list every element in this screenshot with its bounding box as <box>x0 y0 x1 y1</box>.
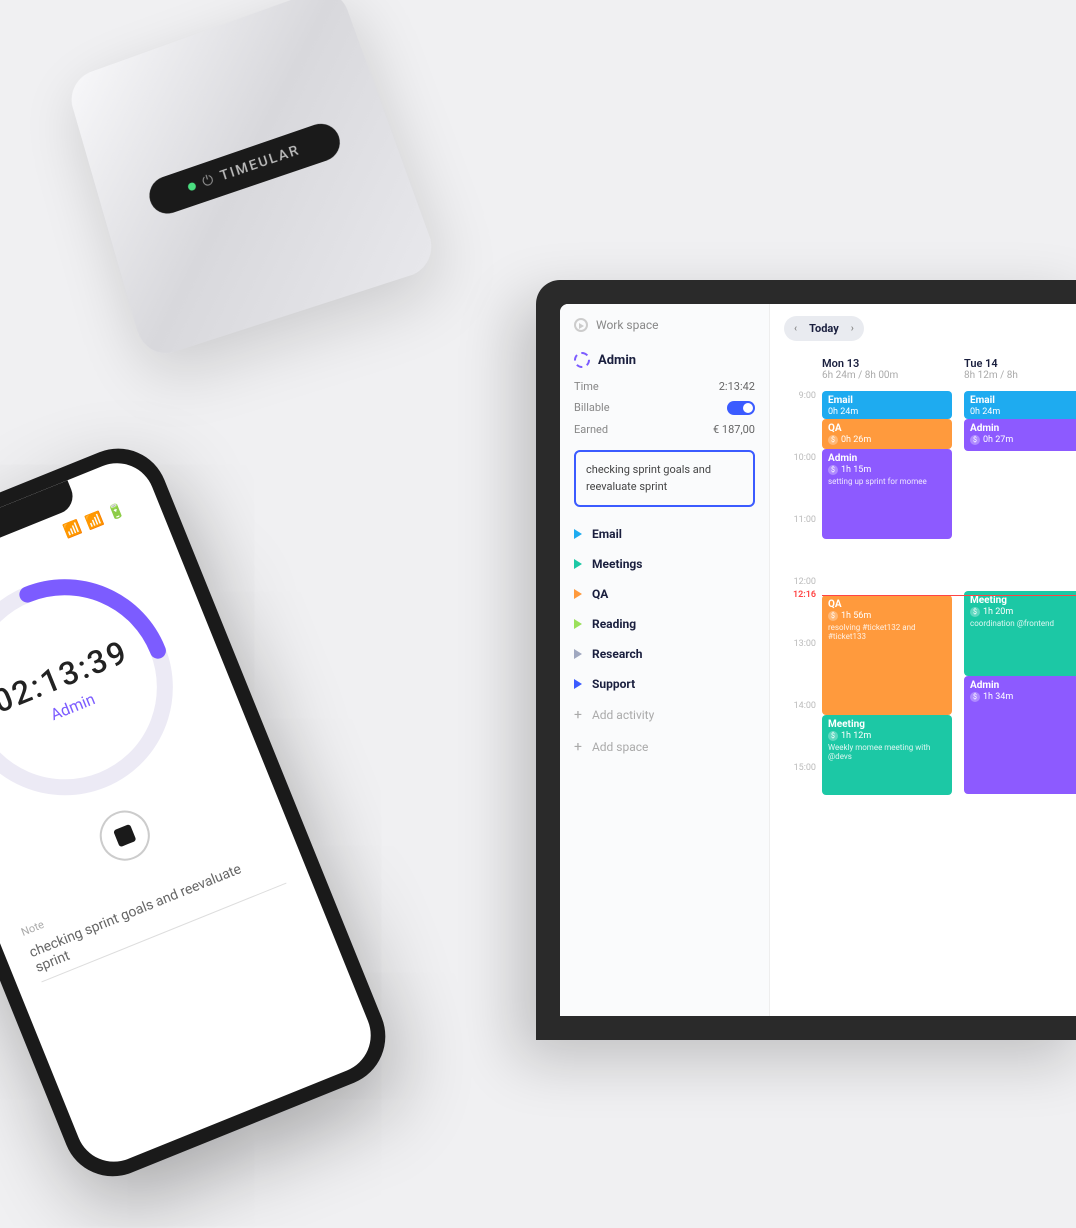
activity-research[interactable]: Research <box>560 639 769 669</box>
wifi-icon: 📶 <box>84 510 106 531</box>
hour-label: 10:00 <box>784 453 816 515</box>
stop-button[interactable] <box>92 803 157 868</box>
play-icon <box>574 679 582 689</box>
plus-icon: + <box>574 707 582 723</box>
hour-label: 11:00 <box>784 515 816 577</box>
chevron-right-icon[interactable]: › <box>851 323 854 334</box>
calendar-event[interactable]: Admin$1h 34m <box>964 676 1076 794</box>
phone-mockup: 15:37 📶 📶 🔋 02:13:39 Admin <box>0 404 490 1228</box>
earned-value: € 187,00 <box>713 423 755 436</box>
tracker-device: ⏻ TIMEULAR <box>54 0 495 406</box>
activity-email[interactable]: Email <box>560 519 769 549</box>
activity-meetings[interactable]: Meetings <box>560 549 769 579</box>
billable-icon: $ <box>970 607 980 617</box>
time-value: 2:13:42 <box>719 380 755 393</box>
calendar-event[interactable]: Meeting$1h 12mWeekly momee meeting with … <box>822 715 952 795</box>
signal-icon: 📶 <box>62 519 84 540</box>
power-icon: ⏻ <box>200 172 215 191</box>
active-activity[interactable]: Admin <box>560 344 769 376</box>
hour-label: 12:00 <box>784 577 816 639</box>
status-icons: 📶 📶 🔋 <box>62 502 128 541</box>
today-selector[interactable]: ‹ Today › <box>784 316 864 341</box>
billable-icon: $ <box>970 435 980 445</box>
laptop-mockup: Work space Admin Time 2:13:42 Billable E… <box>536 280 1076 1080</box>
activity-reading[interactable]: Reading <box>560 609 769 639</box>
plus-icon: + <box>574 739 582 755</box>
stop-icon <box>113 824 136 847</box>
activity-qa[interactable]: QA <box>560 579 769 609</box>
time-label: Time <box>574 380 599 393</box>
battery-icon: 🔋 <box>105 502 127 523</box>
workspace-title: Work space <box>596 318 659 332</box>
billable-icon: $ <box>828 435 838 445</box>
activity-indicator <box>574 352 590 368</box>
hour-label: 14:00 <box>784 701 816 763</box>
calendar-event[interactable]: Admin$1h 15msetting up sprint for momee <box>822 449 952 539</box>
workspace-icon <box>574 318 588 332</box>
day-header: Tue 148h 12m / 8h <box>964 357 1076 381</box>
add-space-button[interactable]: + Add space <box>560 731 769 763</box>
timer-ring: 02:13:39 Admin <box>0 538 215 837</box>
note-textarea[interactable]: checking sprint goals and reevaluate spr… <box>574 450 755 507</box>
billable-label: Billable <box>574 401 610 415</box>
calendar-event[interactable]: Email0h 24m <box>964 391 1076 419</box>
play-icon <box>574 529 582 539</box>
hour-label: 15:00 <box>784 763 816 825</box>
billable-icon: $ <box>828 611 838 621</box>
sidebar: Work space Admin Time 2:13:42 Billable E… <box>560 304 770 1016</box>
billable-icon: $ <box>828 465 838 475</box>
tracker-led <box>187 182 197 192</box>
play-icon <box>574 619 582 629</box>
play-icon <box>574 559 582 569</box>
billable-icon: $ <box>970 692 980 702</box>
calendar-view: ‹ Today › Mon 136h 24m / 8h 00m Tue 148h … <box>770 304 1076 1016</box>
billable-toggle[interactable] <box>727 401 755 415</box>
billable-icon: $ <box>828 731 838 741</box>
day-header: Mon 136h 24m / 8h 00m <box>822 357 954 381</box>
play-icon <box>574 649 582 659</box>
current-time-line <box>822 595 1076 596</box>
hour-label: 9:00 <box>784 391 816 453</box>
calendar-event[interactable]: QA$1h 56mresolving #ticket132 and #ticke… <box>822 595 952 715</box>
hour-label: 13:00 <box>784 639 816 701</box>
activity-support[interactable]: Support <box>560 669 769 699</box>
chevron-left-icon[interactable]: ‹ <box>794 323 797 334</box>
play-icon <box>574 589 582 599</box>
add-activity-button[interactable]: + Add activity <box>560 699 769 731</box>
tracker-brand: TIMEULAR <box>218 142 302 184</box>
calendar-event[interactable]: Meeting$1h 20mcoordination @frontend <box>964 591 1076 676</box>
calendar-event[interactable]: Admin$0h 27m <box>964 419 1076 451</box>
calendar-event[interactable]: Email0h 24m <box>822 391 952 419</box>
earned-label: Earned <box>574 423 608 436</box>
calendar-event[interactable]: QA$0h 26m <box>822 419 952 449</box>
